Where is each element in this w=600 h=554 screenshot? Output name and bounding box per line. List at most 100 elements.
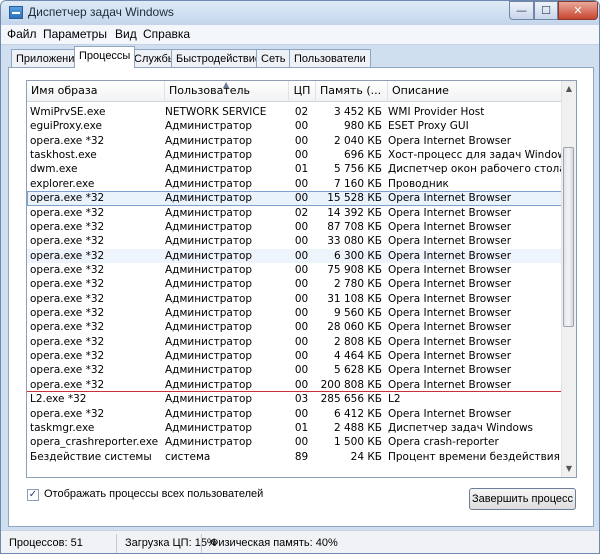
process-name: opera.exe *32 [30,263,105,276]
table-row[interactable]: opera.exe *32 Администратор 00 6 300 КБ Oper… [27,248,563,263]
show-all-users-checkbox[interactable]: ✓ [27,489,39,501]
table-row[interactable]: WmiPrvSE.exe NETWORK SERVICE 02 3 452 КБ WMI… [27,105,563,119]
process-name: L2.exe *32 [30,393,87,406]
table-row[interactable]: opera.exe *32 Администратор 00 5 628 КБ Oper… [27,363,563,377]
process-name: opera.exe *32 [30,249,105,262]
tab-control: Приложения Процессы Службы Быстродействи… [8,45,594,527]
tab-users[interactable]: Пользователи [289,49,371,67]
close-button[interactable]: ✕ [558,1,598,20]
maximize-button[interactable]: ☐ [534,1,558,20]
process-cpu: 00 [294,249,309,262]
status-divider [201,534,202,553]
process-user: Администратор [165,263,253,276]
process-description: Opera Internet Browser [388,407,512,420]
table-row[interactable]: opera.exe *32 Администратор 00 33 080 КБ Ope… [27,234,563,248]
process-name: opera.exe *32 [30,407,105,420]
process-cpu: 00 [294,436,309,449]
column-user[interactable]: ▲ Пользователь [165,81,289,101]
status-cpu: Загрузка ЦП: 15% [125,537,217,549]
process-name: opera.exe *32 [30,220,105,233]
process-description: Opera Internet Browser [388,335,512,348]
process-description: Диспетчер окон рабочего стола [388,163,563,176]
process-memory: 1 500 КБ [333,436,382,449]
table-row[interactable]: taskhost.exe Администратор 00 696 КБ Хост-пр… [27,148,563,162]
process-memory: 6 300 КБ [333,249,382,262]
table-row[interactable]: eguiProxy.exe Администратор 00 980 КБ ESET P… [27,119,563,133]
process-user: Администратор [165,120,253,133]
table-row[interactable]: Бездействие системы система 89 24 КБ Процент… [27,450,563,464]
table-row[interactable]: explorer.exe Администратор 00 7 160 КБ Прово… [27,177,563,191]
table-row[interactable]: opera.exe *32 Администратор 00 2 780 КБ Oper… [27,277,563,291]
process-list[interactable]: Имя образа ▲ Пользователь ЦП Память (... … [26,80,577,478]
table-row[interactable]: opera.exe *32 Администратор 00 9 560 КБ Oper… [27,306,563,320]
table-row[interactable]: L2.exe *32 Администратор 03 285 656 КБ L2 [27,392,563,406]
table-row[interactable]: opera.exe *32 Администратор 00 4 464 КБ Oper… [27,349,563,363]
process-user: Администратор [165,421,253,434]
process-cpu: 00 [294,364,309,377]
column-memory[interactable]: Память (... [316,81,388,101]
process-cpu: 00 [294,321,309,334]
status-processes: Процессов: 51 [9,537,83,549]
process-cpu: 00 [294,220,309,233]
scroll-up-icon[interactable]: ▲ [562,81,576,97]
process-name: eguiProxy.exe [30,120,102,133]
table-row[interactable]: opera.exe *32 Администратор 00 15 528 КБ Ope… [27,191,563,206]
process-cpu: 89 [294,450,309,463]
process-memory: 200 808 КБ [320,378,382,391]
process-memory: 980 КБ [343,120,382,133]
tab-performance[interactable]: Быстродействие [171,49,266,67]
process-memory: 696 КБ [343,149,382,162]
table-row[interactable]: opera.exe *32 Администратор 02 14 392 КБ Ope… [27,206,563,220]
process-cpu: 00 [294,378,309,391]
tab-network[interactable]: Сеть [256,49,291,67]
table-row[interactable]: opera.exe *32 Администратор 00 6 412 КБ Oper… [27,407,563,421]
table-row[interactable]: opera.exe *32 Администратор 00 200 808 КБ Op… [27,378,563,393]
process-user: Администратор [165,321,253,334]
column-description[interactable]: Описание [388,81,563,101]
process-memory: 75 908 КБ [327,263,382,276]
tab-processes[interactable]: Процессы [74,46,136,68]
table-row[interactable]: opera.exe *32 Администратор 00 31 108 КБ Ope… [27,292,563,306]
process-description: Opera Internet Browser [388,249,512,262]
table-row[interactable]: opera.exe *32 Администратор 00 28 060 КБ Ope… [27,320,563,334]
table-row[interactable]: taskmgr.exe Администратор 01 2 488 КБ Диспет… [27,421,563,435]
table-row[interactable]: opera.exe *32 Администратор 00 2 040 КБ Oper… [27,134,563,148]
process-cpu: 00 [294,192,309,205]
process-user: Администратор [165,350,253,363]
process-user: Администратор [165,206,253,219]
menu-options[interactable]: Параметры [43,27,107,41]
table-row[interactable]: opera.exe *32 Администратор 00 75 908 КБ Ope… [27,263,563,277]
table-row[interactable]: opera.exe *32 Администратор 00 87 708 КБ Ope… [27,220,563,234]
column-label: Описание [392,84,449,97]
process-name: opera.exe *32 [30,321,105,334]
table-row[interactable]: opera_crashreporter.exe *32 Администратор… [27,435,563,449]
menu-help[interactable]: Справка [143,27,190,41]
process-user: Администратор [165,407,253,420]
list-header: Имя образа ▲ Пользователь ЦП Память (... … [27,81,563,102]
process-description: ESET Proxy GUI [388,120,469,133]
menu-view[interactable]: Вид [115,27,137,41]
table-row[interactable]: opera.exe *32 Администратор 00 2 808 КБ Oper… [27,335,563,349]
sort-arrow-icon: ▲ [223,81,230,89]
window-title: Диспетчер задач Windows [28,5,174,19]
minimize-button[interactable]: — [509,1,534,20]
end-process-button[interactable]: Завершить процесс [469,488,576,510]
column-image-name[interactable]: Имя образа [27,81,165,101]
title-bar[interactable]: Диспетчер задач Windows — ☐ ✕ [1,1,599,25]
process-name: Бездействие системы [30,450,152,463]
table-row[interactable]: dwm.exe Администратор 01 5 756 КБ Диспетчер … [27,162,563,176]
column-cpu[interactable]: ЦП [289,81,316,101]
scroll-thumb[interactable] [563,147,574,327]
process-cpu: 00 [294,263,309,276]
show-all-users-label[interactable]: Отображать процессы всех пользователей [44,488,263,500]
process-memory: 6 412 КБ [333,407,382,420]
process-description: Opera Internet Browser [388,350,512,363]
scroll-down-icon[interactable]: ▼ [562,461,576,477]
process-description: Хост-процесс для задач Windows [388,149,563,162]
process-memory: 33 080 КБ [327,235,382,248]
process-memory: 9 560 КБ [333,307,382,320]
vertical-scrollbar[interactable]: ▲ ▼ [561,81,576,477]
menu-file[interactable]: Файл [7,27,37,41]
process-user: Администратор [165,235,253,248]
process-cpu: 02 [294,106,309,118]
